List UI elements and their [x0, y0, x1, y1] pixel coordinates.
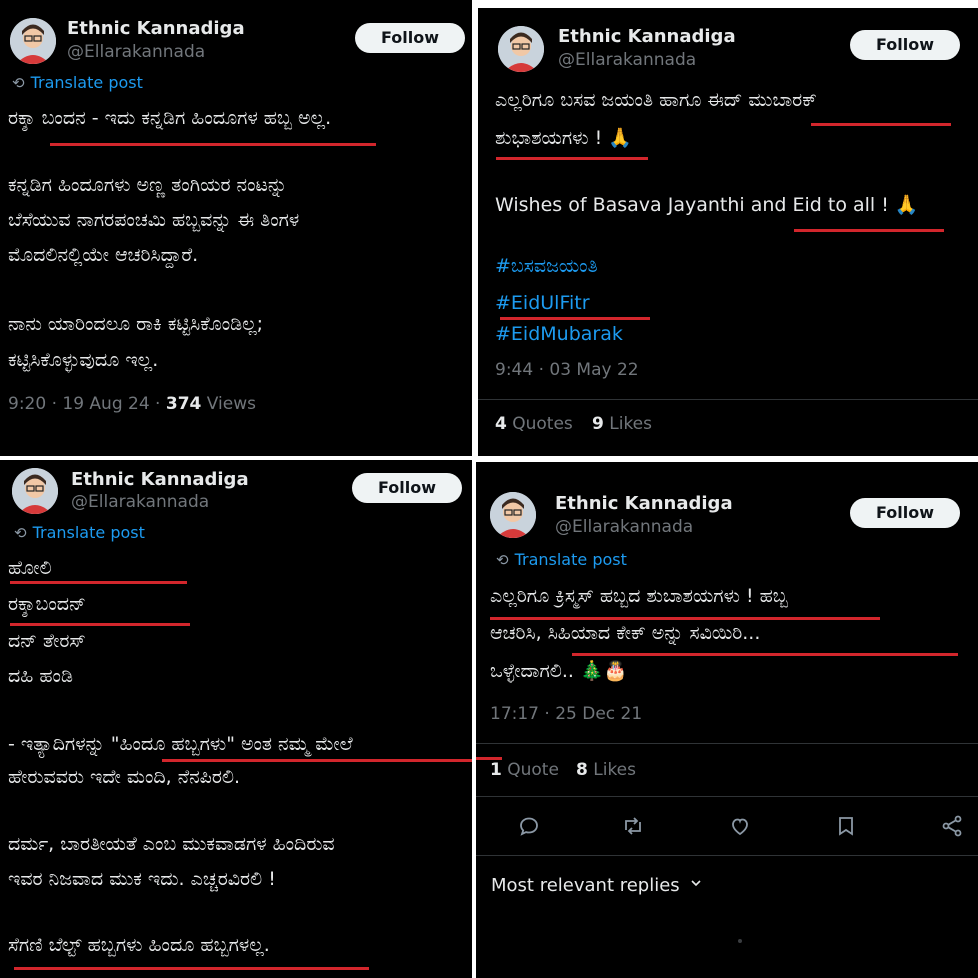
- highlight-underline: [10, 581, 187, 584]
- hashtag-link[interactable]: #ಬಸವಜಯಂತಿ: [495, 255, 598, 277]
- quotes-link[interactable]: 1 Quote: [490, 760, 559, 780]
- divider: [478, 399, 978, 400]
- post-timestamp[interactable]: 9:44 · 03 May 22: [495, 360, 639, 380]
- retweet-icon[interactable]: [621, 814, 645, 838]
- author-name[interactable]: Ethnic Kannadiga: [67, 18, 245, 39]
- translate-post-link[interactable]: ⟲ Translate post: [14, 523, 145, 542]
- translate-icon: ⟲: [496, 550, 509, 569]
- translate-post-link[interactable]: ⟲ Translate post: [496, 550, 627, 569]
- translate-post-link[interactable]: ⟲ Translate post: [12, 73, 143, 92]
- highlight-underline: [794, 229, 944, 232]
- post-text-line: ಸೆಗಣಿ ಬೆಲ್ಟ್ ಹಬ್ಬಗಳು ಹಿಂದೂ ಹಬ್ಬಗಳಲ್ಲ.: [8, 934, 270, 956]
- author-handle[interactable]: @Ellarakannada: [67, 42, 205, 62]
- post-text-line: ಇವರ ನಿಜವಾದ ಮುಕ ಇದು. ಎಚ್ಚರವಿರಲಿ !: [8, 868, 276, 890]
- likes-count: 8: [576, 760, 588, 780]
- post-timestamp[interactable]: 17:17 · 25 Dec 21: [490, 704, 642, 724]
- chevron-down-icon: [688, 875, 704, 896]
- likes-link[interactable]: 9 Likes: [592, 414, 652, 434]
- reply-icon[interactable]: [517, 814, 541, 838]
- post-text-line: ಕಟ್ಟಿಸಿಕೊಳ್ಳುವುದೂ ಇಲ್ಲ.: [8, 349, 159, 371]
- post-text-line: ಕನ್ನಡಿಗ ಹಿಂದೂಗಳು ಅಣ್ಣ ತಂಗಿಯರ ನಂಟನ್ನು: [8, 174, 288, 196]
- follow-button[interactable]: Follow: [352, 473, 462, 503]
- loading-dot: [738, 939, 742, 943]
- post-panel-4: Ethnic Kannadiga @Ellarakannada Follow ⟲…: [476, 462, 978, 978]
- post-text-line: ನಾನು ಯಾರಿಂದಲೂ ರಾಕಿ ಕಟ್ಟಿಸಿಕೊಂಡಿಲ್ಲ;: [8, 313, 264, 335]
- avatar[interactable]: [490, 492, 536, 538]
- author-name[interactable]: Ethnic Kannadiga: [555, 493, 733, 514]
- highlight-underline: [14, 967, 369, 970]
- post-panel-1: Ethnic Kannadiga @Ellarakannada Follow ⟲…: [0, 0, 472, 456]
- translate-icon: ⟲: [14, 523, 27, 542]
- post-text-line: ಮೊದಲಿನಲ್ಲಿಯೇ ಆಚರಿಸಿದ್ದಾರೆ.: [8, 244, 199, 266]
- highlight-underline: [572, 653, 958, 656]
- highlight-underline: [162, 759, 472, 762]
- post-text-line: ಬೆಸೆಯುವ ನಾಗರಪಂಚಮಿ ಹಬ್ಬವನ್ನು ಈ ತಿಂಗಳ: [8, 209, 300, 231]
- post-text-line: ದಹಿ ಹಂಡಿ: [8, 665, 73, 687]
- avatar[interactable]: [12, 468, 58, 514]
- post-text-line: ಆಚರಿಸಿ, ಸಿಹಿಯಾದ ಕೇಕ್ ಅನ್ನು ಸವಿಯಿರಿ...: [490, 622, 761, 644]
- divider: [476, 796, 978, 797]
- translate-label: Translate post: [30, 73, 143, 92]
- translate-label: Translate post: [32, 523, 145, 542]
- likes-label: Likes: [603, 414, 652, 434]
- author-name[interactable]: Ethnic Kannadiga: [71, 469, 249, 490]
- post-text-line: ಶುಭಾಶಯಗಳು ! 🙏: [495, 127, 632, 149]
- quotes-label: Quote: [501, 760, 559, 780]
- author-handle[interactable]: @Ellarakannada: [71, 492, 209, 512]
- divider: [476, 743, 978, 744]
- post-text-line: ಎಲ್ಲರಿಗೂ ಬಸವ ಜಯಂತಿ ಹಾಗೂ ಈದ್ ಮುಬಾರಕ್: [495, 89, 817, 111]
- likes-label: Likes: [587, 760, 636, 780]
- post-panel-3: Ethnic Kannadiga @Ellarakannada Follow ⟲…: [0, 460, 472, 978]
- post-text-line: - ಇತ್ಯಾದಿಗಳನ್ನು "ಹಿಂದೂ ಹಬ್ಬಗಳು" ಅಂತ ನಮ್ಮ…: [8, 733, 353, 755]
- highlight-underline: [811, 123, 951, 126]
- translate-icon: ⟲: [12, 73, 25, 92]
- follow-button[interactable]: Follow: [355, 23, 465, 53]
- divider: [476, 855, 978, 856]
- views-label: Views: [201, 394, 256, 414]
- highlight-underline: [10, 623, 190, 626]
- quotes-label: Quotes: [506, 414, 573, 434]
- post-text-line: Wishes of Basava Jayanthi and Eid to all…: [495, 194, 919, 216]
- highlight-underline: [50, 143, 376, 146]
- highlight-underline: [496, 157, 648, 160]
- like-icon[interactable]: [728, 814, 752, 838]
- follow-button[interactable]: Follow: [850, 498, 960, 528]
- post-timestamp[interactable]: 9:20 · 19 Aug 24 · 374 Views: [8, 394, 256, 414]
- avatar[interactable]: [10, 18, 56, 64]
- hashtag-link[interactable]: #EidUlFitr: [495, 292, 590, 314]
- post-text-line: ರಕ್ಶಾಬಂದನ್: [8, 593, 86, 615]
- follow-button[interactable]: Follow: [850, 30, 960, 60]
- highlight-underline: [490, 617, 880, 620]
- author-handle[interactable]: @Ellarakannada: [555, 517, 693, 537]
- post-text-line: ಹೋಲಿ: [8, 557, 52, 579]
- most-relevant-label: Most relevant replies: [491, 875, 680, 896]
- post-panel-2: Ethnic Kannadiga @Ellarakannada Follow ಎ…: [478, 8, 978, 456]
- share-icon[interactable]: [940, 814, 964, 838]
- translate-label: Translate post: [514, 550, 627, 569]
- author-handle[interactable]: @Ellarakannada: [558, 50, 696, 70]
- post-text-line: ದರ್ಮ, ಬಾರತೀಯತೆ ಎಂಬ ಮುಕವಾಡಗಳ ಹಿಂದಿರುವ: [8, 833, 335, 855]
- bookmark-icon[interactable]: [834, 814, 858, 838]
- quotes-count: 4: [495, 414, 507, 434]
- quotes-count: 1: [490, 760, 502, 780]
- avatar[interactable]: [498, 26, 544, 72]
- post-text-line: ಹೇರುವವರು ಇದೇ ಮಂದಿ, ನೆನಪಿರಲಿ.: [8, 766, 241, 788]
- post-text-line: ಎಲ್ಲರಿಗೂ ಕ್ರಿಸ್ಮಸ್ ಹಬ್ಬದ ಶುಬಾಶಯಗಳು ! ಹಬ್…: [490, 585, 788, 607]
- quotes-link[interactable]: 4 Quotes: [495, 414, 573, 434]
- author-name[interactable]: Ethnic Kannadiga: [558, 26, 736, 47]
- likes-count: 9: [592, 414, 604, 434]
- post-text-line: ಒಳ್ಳೇದಾಗಲಿ.. 🎄🎂: [490, 660, 628, 682]
- hashtag-link[interactable]: #EidMubarak: [495, 323, 623, 345]
- most-relevant-replies-dropdown[interactable]: Most relevant replies: [491, 875, 704, 896]
- post-text-line: ದನ್ ತೇರಸ್: [8, 630, 86, 652]
- highlight-underline: [500, 317, 650, 320]
- views-count: 374: [165, 394, 202, 414]
- timestamp-text: 9:20 · 19 Aug 24 ·: [8, 394, 166, 414]
- likes-link[interactable]: 8 Likes: [576, 760, 636, 780]
- post-text-line: ರಕ್ಶಾ ಬಂದನ - ಇದು ಕನ್ನಡಿಗ ಹಿಂದೂಗಳ ಹಬ್ಬ ಅಲ…: [8, 107, 332, 129]
